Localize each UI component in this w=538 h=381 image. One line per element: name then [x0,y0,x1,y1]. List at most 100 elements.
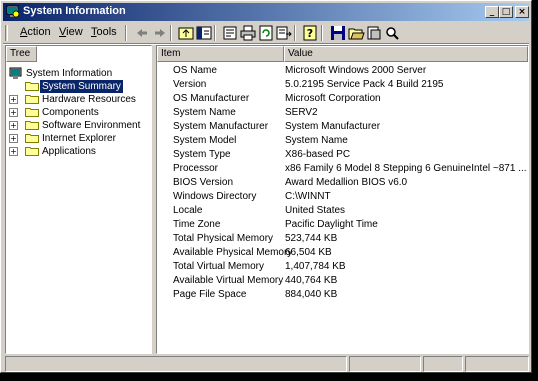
column-header-value[interactable]: Value [284,46,528,62]
row-item: System Name [173,107,236,118]
row-item: Available Physical Memory [173,247,293,258]
row-item: System Type [173,149,231,160]
row-item: Total Virtual Memory [173,261,264,272]
column-header-item[interactable]: Item [157,46,284,62]
maximize-button[interactable]: □ [499,6,513,18]
computer-icon [9,67,22,84]
row-value: Microsoft Windows 2000 Server [285,65,427,76]
table-row[interactable]: System Manufacturer System Manufacturer [157,120,528,134]
menu-view-label: iew [66,26,83,38]
tree-pane[interactable]: Tree System Information System Summary +… [5,45,152,354]
row-value: 1,407,784 KB [285,261,346,272]
properties-icon[interactable] [221,24,239,42]
row-value: 66,504 KB [285,247,332,258]
forward-arrow-icon[interactable] [151,24,169,42]
row-value: X86-based PC [285,149,351,160]
table-row[interactable]: Locale United States [157,204,528,218]
row-item: Total Physical Memory [173,233,274,244]
folder-icon [25,108,39,117]
system-information-window: System Information _ □ × Action View Too… [0,0,532,373]
row-value: C:\WINNT [285,191,331,202]
find-icon[interactable] [383,24,401,42]
row-value: System Name [285,135,348,146]
row-item: System Manufacturer [173,121,269,132]
table-row[interactable]: Page File Space 884,040 KB [157,288,528,302]
row-value: SERV2 [285,107,318,118]
row-value: 523,744 KB [285,233,338,244]
table-row[interactable]: Total Physical Memory 523,744 KB [157,232,528,246]
table-row[interactable]: Time Zone Pacific Daylight Time [157,218,528,232]
tree-item-label: Hardware Resources [42,94,136,105]
row-value: x86 Family 6 Model 8 Stepping 6 GenuineI… [285,163,527,174]
row-item: Page File Space [173,289,247,300]
folder-icon [25,121,39,130]
help-icon[interactable]: ? [301,24,319,42]
table-row[interactable]: Windows Directory C:\WINNT [157,190,528,204]
table-row[interactable]: OS Name Microsoft Windows 2000 Server [157,64,528,78]
row-item: OS Manufacturer [173,93,250,104]
table-row[interactable]: Total Virtual Memory 1,407,784 KB [157,260,528,274]
toolbar-separator [321,25,323,41]
expand-plus-icon[interactable]: + [9,108,18,117]
row-value: 5.0.2195 Service Pack 4 Build 2195 [285,79,444,90]
save-icon[interactable] [329,24,347,42]
close-button[interactable]: × [515,6,529,18]
print-icon[interactable] [239,24,257,42]
details-list-pane[interactable]: Item Value OS Name Microsoft Windows 2000… [156,45,529,354]
menu-toolbar: Action View Tools ? [3,23,529,43]
table-row[interactable]: System Type X86-based PC [157,148,528,162]
table-row[interactable]: Available Virtual Memory 440,764 KB [157,274,528,288]
row-value: Pacific Daylight Time [285,219,378,230]
expand-plus-icon[interactable]: + [9,121,18,130]
menu-action[interactable]: Action [20,26,51,38]
row-item: BIOS Version [173,177,234,188]
tree-header[interactable]: Tree [6,46,37,62]
window-title: System Information [23,5,126,17]
toolbar-separator [125,25,127,41]
show-hide-tree-icon[interactable] [195,24,213,42]
table-row[interactable]: Processor x86 Family 6 Model 8 Stepping 6… [157,162,528,176]
menu-action-label: ction [27,26,51,38]
up-folder-icon[interactable] [177,24,195,42]
open-icon[interactable] [347,24,365,42]
row-item: Version [173,79,207,90]
row-item: Locale [173,205,203,216]
row-item: Processor [173,163,219,174]
table-row[interactable]: System Model System Name [157,134,528,148]
title-bar[interactable]: System Information _ □ × [3,3,529,21]
system-information-app-icon[interactable] [6,5,20,18]
folder-icon [25,147,39,156]
table-row[interactable]: Version 5.0.2195 Service Pack 4 Build 219… [157,78,528,92]
back-arrow-icon[interactable] [133,24,151,42]
table-row[interactable]: OS Manufacturer Microsoft Corporation [157,92,528,106]
row-value: 440,764 KB [285,275,338,286]
row-item: Time Zone [173,219,221,230]
expand-plus-icon[interactable]: + [9,95,18,104]
table-row[interactable]: Available Physical Memory 66,504 KB [157,246,528,260]
status-bar-panel-1 [349,356,421,372]
row-value: Award Medallion BIOS v6.0 [285,177,408,188]
toolbar-separator [294,25,296,41]
menu-tools-label: ools [96,26,117,38]
grip[interactable] [5,25,8,41]
row-item: OS Name [173,65,217,76]
tree-root-label: System Information [26,68,113,79]
expand-plus-icon[interactable]: + [9,134,18,143]
tree-item-label: Components [42,107,99,118]
menu-tools[interactable]: Tools [91,26,117,38]
row-value: Microsoft Corporation [285,93,381,104]
export-list-icon[interactable] [275,24,293,42]
menu-view[interactable]: View [59,26,83,38]
row-value: United States [285,205,346,216]
refresh-icon[interactable] [257,24,275,42]
row-value: System Manufacturer [285,121,381,132]
table-row[interactable]: BIOS Version Award Medallion BIOS v6.0 [157,176,528,190]
table-row[interactable]: System Name SERV2 [157,106,528,120]
report-icon[interactable] [365,24,383,42]
toolbar-separator [214,25,216,41]
row-item: System Model [173,135,237,146]
row-item: Available Virtual Memory [173,275,284,286]
minimize-button[interactable]: _ [485,6,499,18]
expand-plus-icon[interactable]: + [9,147,18,156]
folder-icon [25,82,39,91]
